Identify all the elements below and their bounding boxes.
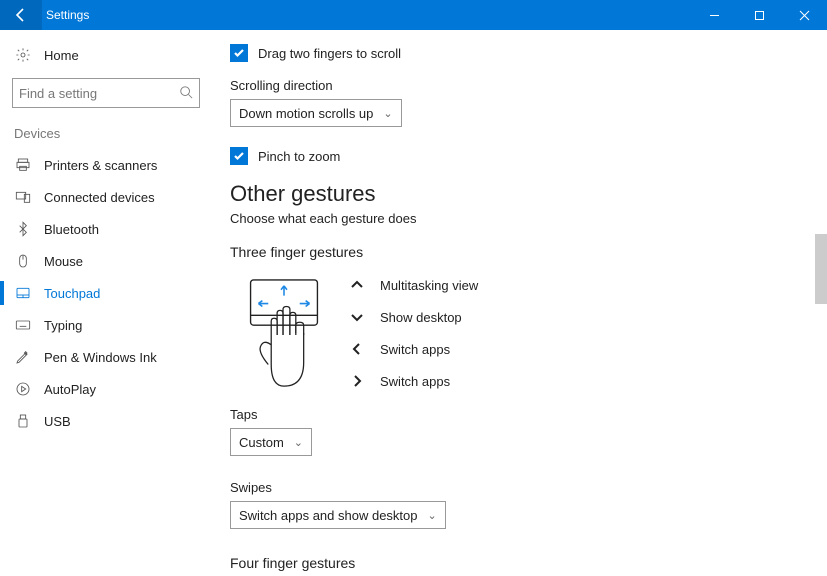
sidebar: Home Find a setting Devices Printers & s… [0,30,212,576]
window-title: Settings [42,8,89,22]
other-gestures-sub: Choose what each gesture does [230,211,799,226]
sidebar-item-label: Typing [44,318,82,333]
sidebar-item-autoplay[interactable]: AutoPlay [0,373,212,405]
chevron-down-icon [348,308,366,326]
printer-icon [14,156,32,174]
keyboard-icon [14,316,32,334]
chevron-up-icon [348,276,366,294]
sidebar-item-label: Bluetooth [44,222,99,237]
titlebar: Settings [0,0,827,30]
mouse-icon [14,252,32,270]
sidebar-item-typing[interactable]: Typing [0,309,212,341]
minimize-button[interactable] [692,0,737,30]
close-button[interactable] [782,0,827,30]
sidebar-item-label: Mouse [44,254,83,269]
other-gestures-title: Other gestures [230,181,799,207]
gesture-right-label: Switch apps [380,374,450,389]
sidebar-item-label: Printers & scanners [44,158,157,173]
search-placeholder: Find a setting [19,86,97,101]
bluetooth-icon [14,220,32,238]
chevron-down-icon: ⌄ [428,509,437,522]
chevron-right-icon [348,372,366,390]
main-content: Drag two fingers to scroll Scrolling dir… [212,30,827,576]
gesture-up[interactable]: Multitasking view [348,276,478,294]
taps-value: Custom [239,435,284,450]
gesture-left[interactable]: Switch apps [348,340,478,358]
devices-icon [14,188,32,206]
sidebar-item-touchpad[interactable]: Touchpad [0,277,212,309]
pen-icon [14,348,32,366]
search-icon [179,85,193,102]
three-finger-heading: Three finger gestures [230,244,799,260]
drag-scroll-label: Drag two fingers to scroll [258,46,401,61]
sidebar-item-label: AutoPlay [44,382,96,397]
chevron-down-icon: ⌄ [294,436,303,449]
sidebar-item-pen[interactable]: Pen & Windows Ink [0,341,212,373]
scroll-dir-label: Scrolling direction [230,78,799,93]
pinch-zoom-checkbox[interactable] [230,147,248,165]
home-label: Home [44,48,79,63]
gesture-down[interactable]: Show desktop [348,308,478,326]
search-input[interactable]: Find a setting [12,78,200,108]
maximize-button[interactable] [737,0,782,30]
gear-icon [14,46,32,64]
sidebar-item-label: Touchpad [44,286,100,301]
taps-dropdown[interactable]: Custom ⌄ [230,428,312,456]
sidebar-item-usb[interactable]: USB [0,405,212,437]
swipes-label: Swipes [230,480,799,495]
swipes-value: Switch apps and show desktop [239,508,418,523]
sidebar-item-label: USB [44,414,71,429]
sidebar-item-bluetooth[interactable]: Bluetooth [0,213,212,245]
sidebar-item-label: Pen & Windows Ink [44,350,157,365]
taps-label: Taps [230,407,799,422]
scrollbar-thumb[interactable] [815,234,827,304]
back-button[interactable] [0,0,42,30]
autoplay-icon [14,380,32,398]
home-nav[interactable]: Home [0,40,212,70]
gesture-left-label: Switch apps [380,342,450,357]
gesture-down-label: Show desktop [380,310,462,325]
touchpad-icon [14,284,32,302]
sidebar-item-label: Connected devices [44,190,155,205]
four-finger-heading: Four finger gestures [230,555,799,571]
sidebar-item-mouse[interactable]: Mouse [0,245,212,277]
gesture-up-label: Multitasking view [380,278,478,293]
drag-scroll-checkbox[interactable] [230,44,248,62]
sidebar-group-label: Devices [0,122,212,149]
scroll-dir-value: Down motion scrolls up [239,106,373,121]
sidebar-item-printers[interactable]: Printers & scanners [0,149,212,181]
swipes-dropdown[interactable]: Switch apps and show desktop ⌄ [230,501,446,529]
chevron-down-icon: ⌄ [383,107,392,120]
pinch-zoom-label: Pinch to zoom [258,149,340,164]
usb-icon [14,412,32,430]
three-finger-illustration [230,272,324,397]
sidebar-item-connected[interactable]: Connected devices [0,181,212,213]
scroll-dir-dropdown[interactable]: Down motion scrolls up ⌄ [230,99,402,127]
chevron-left-icon [348,340,366,358]
gesture-right[interactable]: Switch apps [348,372,478,390]
